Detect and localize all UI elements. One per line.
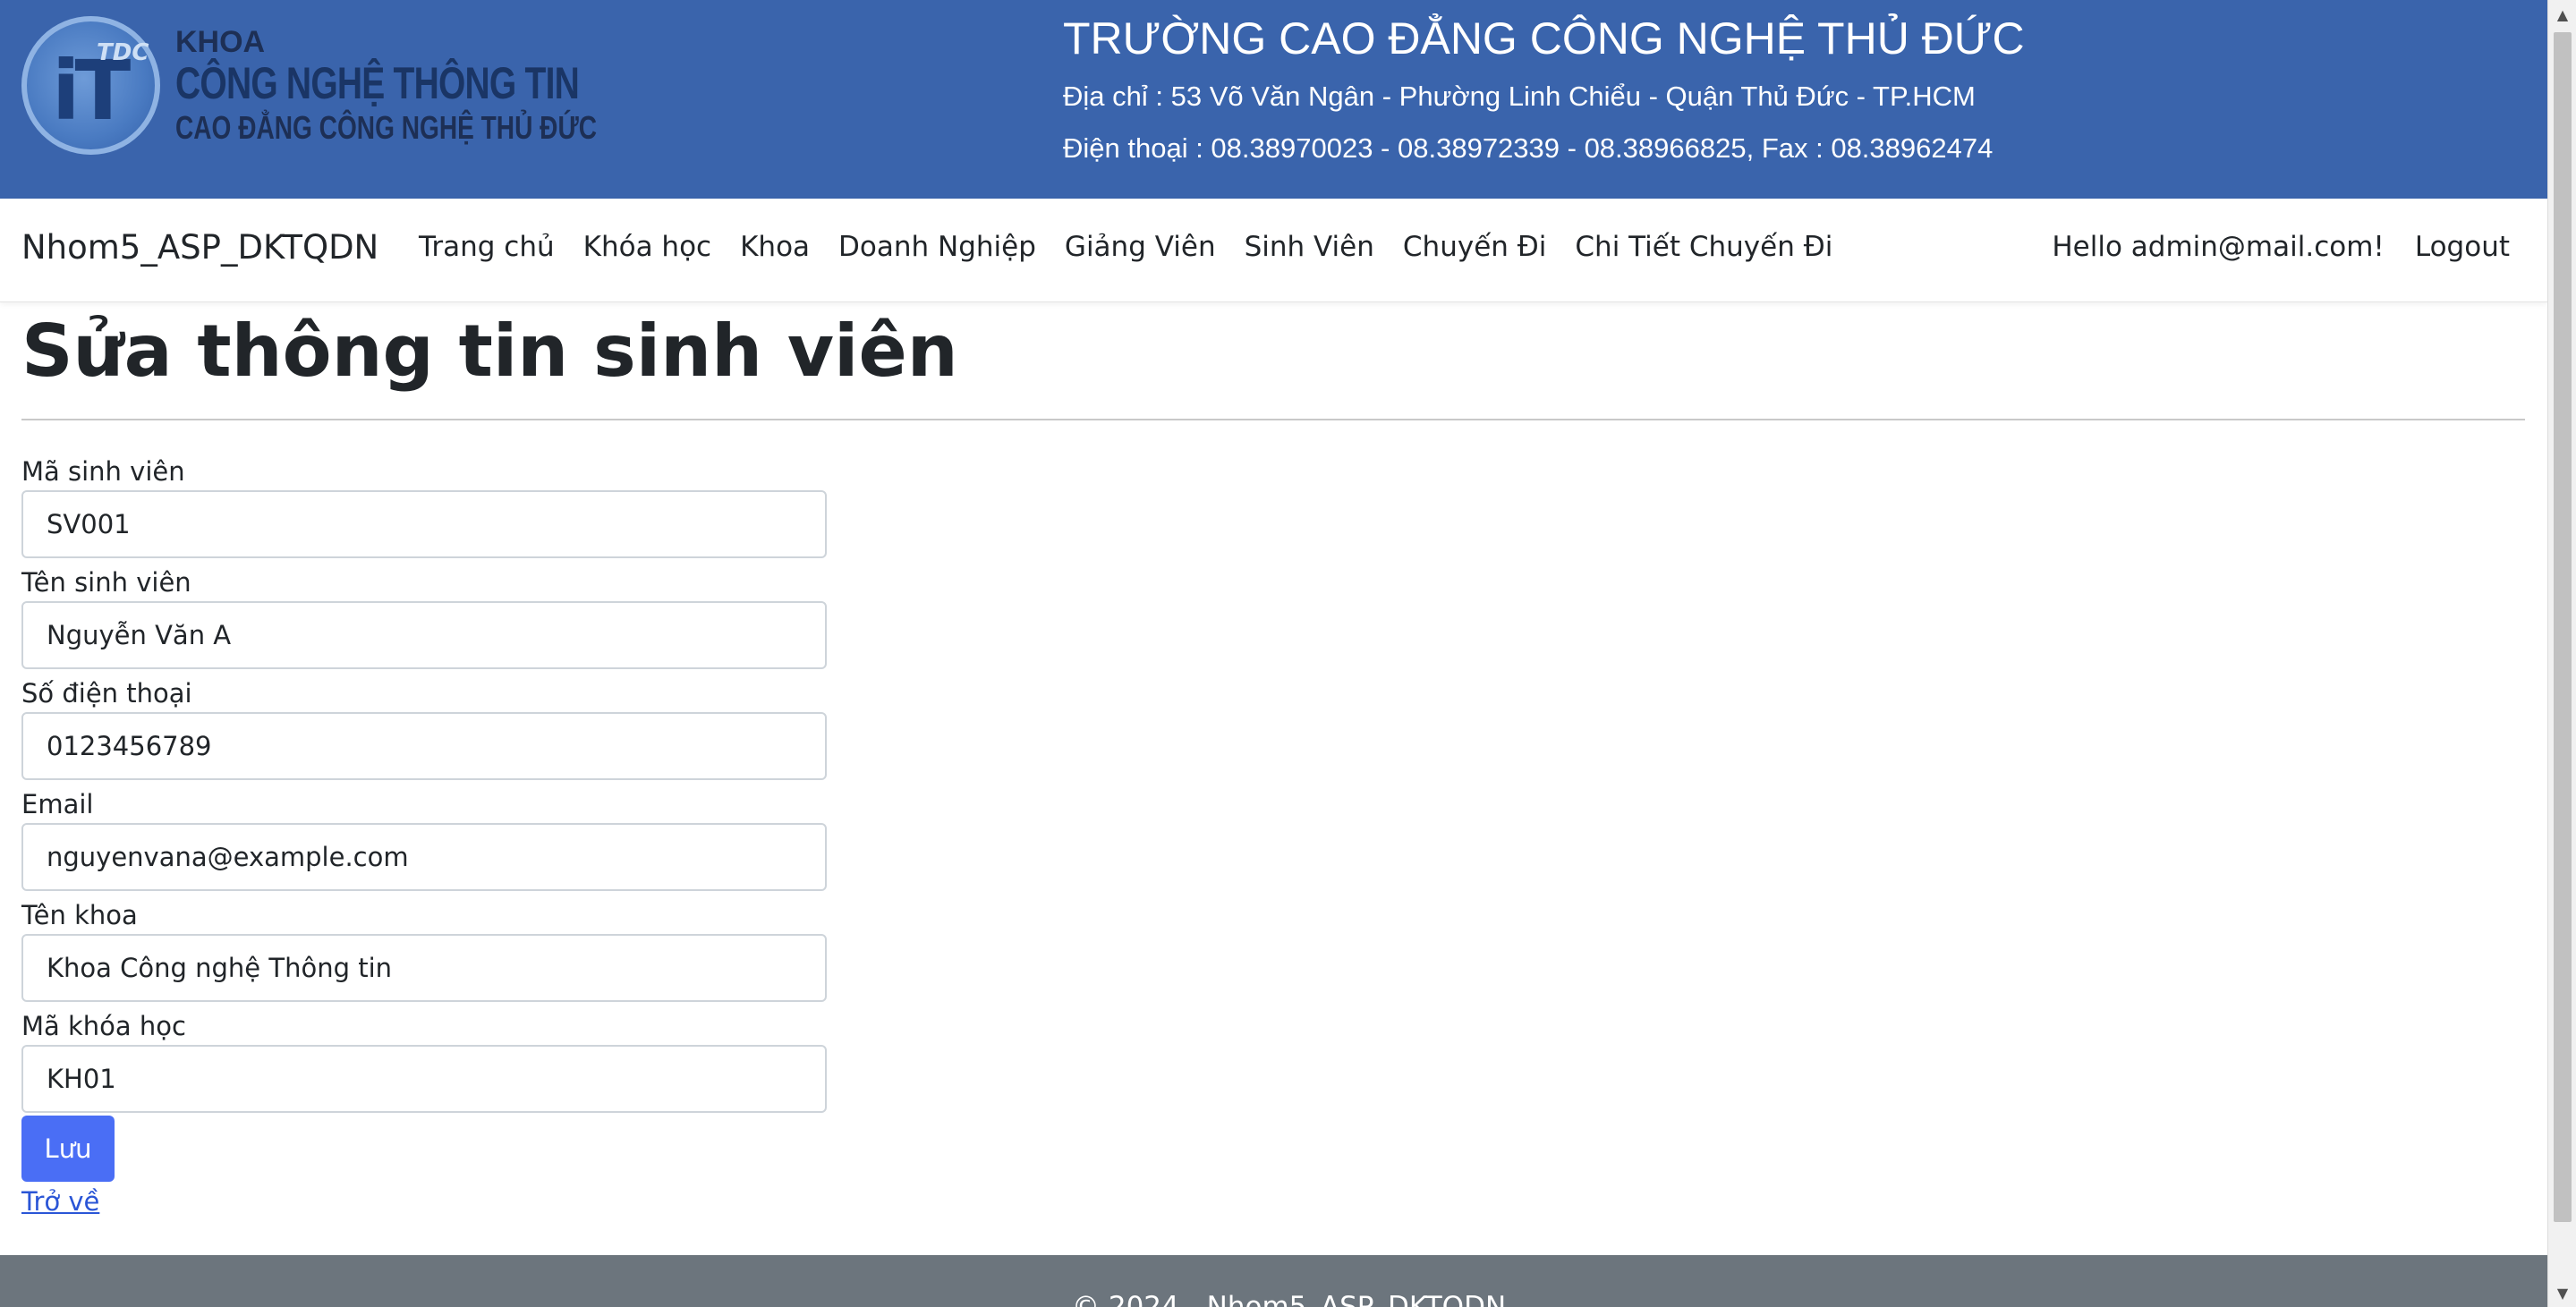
navbar: Nhom5_ASP_DKTQDN Trang chủ Khóa học Khoa… — [0, 199, 2547, 302]
nav-item-khoa[interactable]: Khoa — [740, 231, 810, 263]
email-label: Email — [21, 789, 94, 819]
logout-button[interactable]: Logout — [2415, 231, 2510, 263]
faculty-name-input[interactable] — [21, 934, 827, 1002]
footer: © 2024 - Nhom5_ASP_DKTQDN — [0, 1255, 2547, 1307]
email-input[interactable] — [21, 823, 827, 891]
student-name-input[interactable] — [21, 601, 827, 669]
school-phone: Điện thoại : 08.38970023 - 08.38972339 -… — [1063, 132, 1994, 164]
nav-item-doanh-nghiep[interactable]: Doanh Nghiệp — [838, 231, 1036, 263]
field-email: Email — [21, 785, 827, 891]
nav-item-sinh-vien[interactable]: Sinh Viên — [1245, 231, 1374, 263]
phone-label: Số điện thoại — [21, 678, 192, 709]
logo-mark-small: TDC — [97, 39, 149, 66]
header-banner: iT TDC KHOA CÔNG NGHỆ THÔNG TIN CAO ĐẲNG… — [0, 0, 2547, 199]
page-title: Sửa thông tin sinh viên — [21, 310, 958, 393]
user-greeting[interactable]: Hello admin@mail.com! — [2052, 231, 2384, 263]
field-faculty-name: Tên khoa — [21, 896, 827, 1002]
nav-menu: Trang chủ Khóa học Khoa Doanh Nghiệp Giả… — [419, 231, 1861, 263]
field-course-id: Mã khóa học — [21, 1007, 827, 1113]
field-student-id: Mã sinh viên — [21, 453, 827, 558]
faculty-logo: iT TDC KHOA CÔNG NGHỆ THÔNG TIN CAO ĐẲNG… — [21, 16, 597, 159]
page-scrollbar[interactable]: ▲ ▼ — [2547, 0, 2576, 1307]
save-button[interactable]: Lưu — [21, 1116, 115, 1182]
nav-item-khoa-hoc[interactable]: Khóa học — [583, 231, 711, 263]
navbar-brand[interactable]: Nhom5_ASP_DKTQDN — [21, 228, 378, 267]
student-name-label: Tên sinh viên — [21, 567, 191, 598]
nav-user-area: Hello admin@mail.com! Logout — [2052, 231, 2510, 263]
field-phone: Số điện thoại — [21, 675, 827, 780]
nav-item-trang-chu[interactable]: Trang chủ — [419, 231, 555, 263]
title-divider — [21, 419, 2525, 420]
nav-item-chi-tiet-chuyen-di[interactable]: Chi Tiết Chuyến Đi — [1575, 231, 1832, 263]
nav-item-chuyen-di[interactable]: Chuyến Đi — [1403, 231, 1547, 263]
logo-khoa-text: KHOA — [175, 25, 266, 59]
school-address: Địa chỉ : 53 Võ Văn Ngân - Phường Linh C… — [1063, 81, 1976, 112]
faculty-name-label: Tên khoa — [21, 900, 138, 930]
footer-copyright: © 2024 - Nhom5_ASP_DKTQDN — [1072, 1291, 1507, 1307]
student-id-label: Mã sinh viên — [21, 456, 185, 487]
student-id-input[interactable] — [21, 490, 827, 558]
back-link[interactable]: Trở về — [21, 1186, 99, 1217]
course-id-label: Mã khóa học — [21, 1011, 186, 1041]
school-name: TRƯỜNG CAO ĐẲNG CÔNG NGHỆ THỦ ĐỨC — [1063, 13, 2025, 64]
nav-item-giang-vien[interactable]: Giảng Viên — [1065, 231, 1216, 263]
course-id-input[interactable] — [21, 1045, 827, 1113]
phone-input[interactable] — [21, 712, 827, 780]
scroll-up-arrow-icon[interactable]: ▲ — [2548, 0, 2576, 29]
scroll-down-arrow-icon[interactable]: ▼ — [2548, 1278, 2576, 1307]
logo-department-text: CÔNG NGHỆ THÔNG TIN — [175, 58, 580, 108]
scroll-thumb[interactable] — [2554, 32, 2572, 1222]
logo-college-text: CAO ĐẲNG CÔNG NGHỆ THỦ ĐỨC — [175, 109, 598, 146]
field-student-name: Tên sinh viên — [21, 564, 827, 669]
